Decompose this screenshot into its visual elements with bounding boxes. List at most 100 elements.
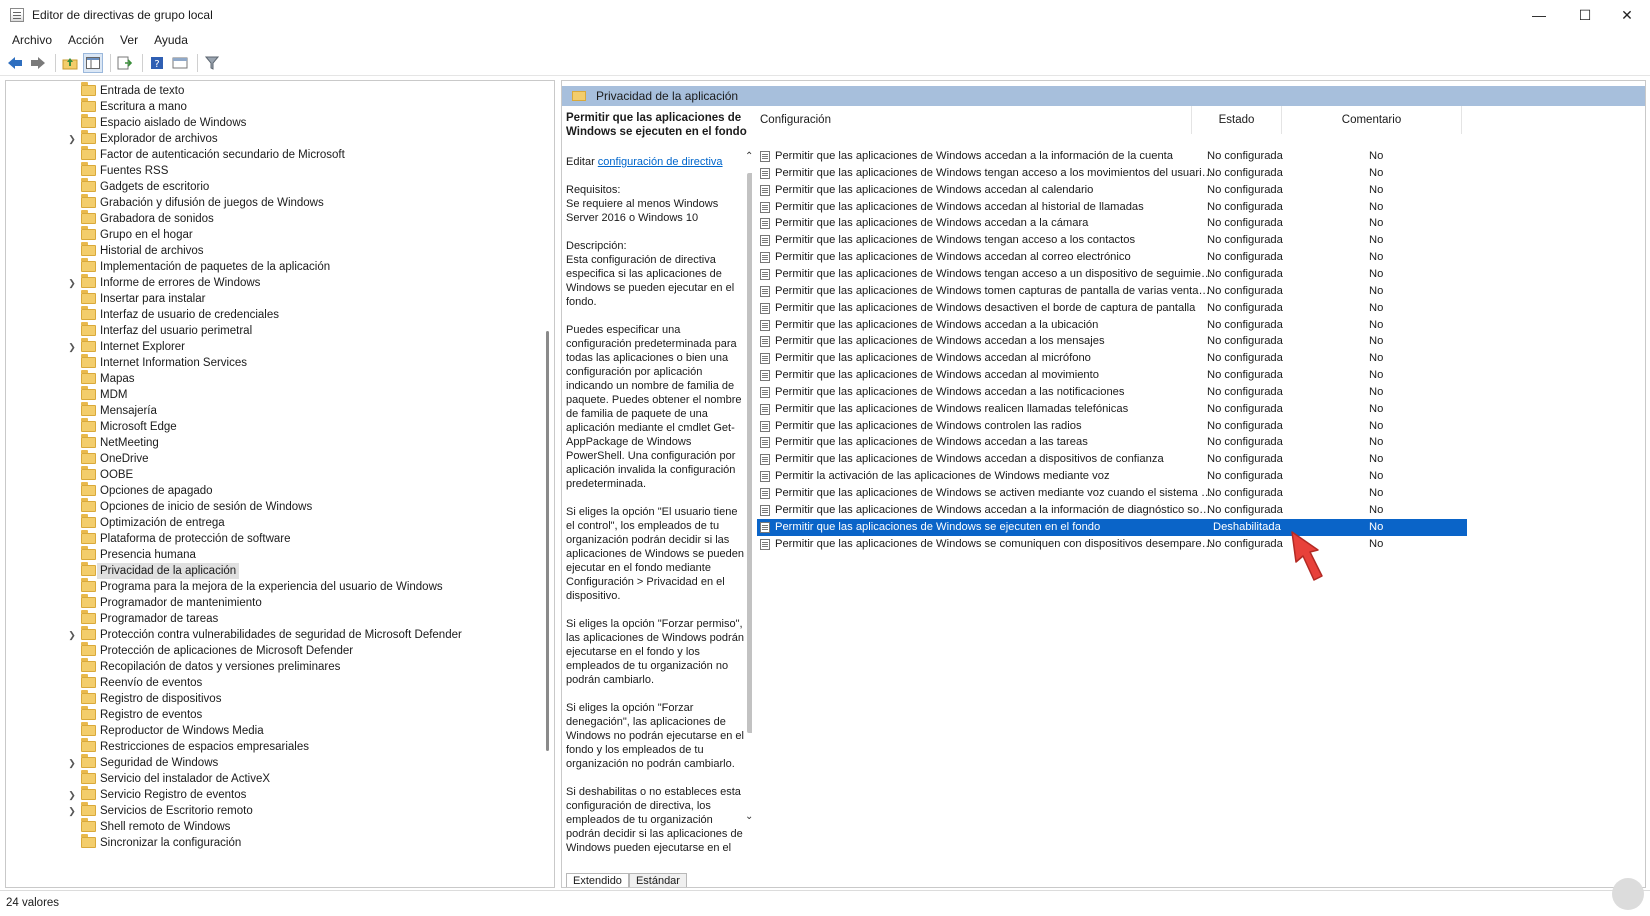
tree-item[interactable]: NetMeeting [6, 434, 546, 451]
tree-item[interactable]: ❯ Servicio Registro de eventos [6, 786, 546, 803]
tree-item[interactable]: Programador de tareas [6, 610, 546, 627]
tree-item[interactable]: Grupo en el hogar [6, 226, 546, 243]
tree-item[interactable]: OOBE [6, 466, 546, 483]
tree-item[interactable]: Servicio del instalador de ActiveX [6, 770, 546, 787]
tree-pane[interactable]: Sincronizar la configuración Shell remoto… [5, 80, 555, 888]
tree-item[interactable]: Opciones de apagado [6, 482, 546, 499]
menu-accion[interactable]: Acción [60, 33, 112, 47]
minimize-icon[interactable]: — [1516, 0, 1562, 30]
policy-row[interactable]: Permitir que las aplicaciones de Windows… [757, 418, 1467, 435]
expand-arrow-icon[interactable]: ❯ [67, 275, 77, 291]
tree-item[interactable]: Implementación de paquetes de la aplicac… [6, 258, 546, 275]
up-folder-icon[interactable] [60, 53, 80, 73]
edit-policy-link[interactable]: configuración de directiva [598, 156, 723, 168]
tree-item[interactable]: Mapas [6, 370, 546, 387]
menu-archivo[interactable]: Archivo [4, 33, 60, 47]
policy-row[interactable]: Permitir la activación de las aplicacion… [757, 468, 1467, 485]
policy-row[interactable]: Permitir que las aplicaciones de Windows… [757, 266, 1467, 283]
policy-row[interactable]: Permitir que las aplicaciones de Windows… [757, 283, 1467, 300]
expand-arrow-icon[interactable]: ❯ [67, 339, 77, 355]
tree-item[interactable]: Espacio aislado de Windows [6, 114, 546, 131]
tree-item[interactable]: Grabadora de sonidos [6, 210, 546, 227]
policy-row[interactable]: Permitir que las aplicaciones de Windows… [757, 148, 1467, 165]
menu-ver[interactable]: Ver [112, 33, 146, 47]
tree-item[interactable]: MDM [6, 386, 546, 403]
policy-row[interactable]: Permitir que las aplicaciones de Windows… [757, 434, 1467, 451]
tree-item[interactable]: Programa para la mejora de la experienci… [6, 578, 546, 595]
column-comentario[interactable]: Comentario [1282, 106, 1462, 134]
tree-item[interactable]: OneDrive [6, 450, 546, 467]
policy-row[interactable]: Permitir que las aplicaciones de Windows… [757, 384, 1467, 401]
expand-arrow-icon[interactable]: ❯ [67, 787, 77, 803]
column-estado[interactable]: Estado [1192, 106, 1282, 134]
tree-item[interactable]: ❯ Servicios de Escritorio remoto [6, 802, 546, 819]
tree-item[interactable]: Recopilación de datos y versiones prelim… [6, 658, 546, 675]
tree-item[interactable]: Fuentes RSS [6, 162, 546, 179]
policy-row[interactable]: Permitir que las aplicaciones de Windows… [757, 317, 1467, 334]
policy-row[interactable]: Permitir que las aplicaciones de Windows… [757, 249, 1467, 266]
maximize-icon[interactable]: ☐ [1562, 0, 1608, 30]
expand-arrow-icon[interactable]: ❯ [67, 131, 77, 147]
policy-row[interactable]: Permitir que las aplicaciones de Windows… [757, 485, 1467, 502]
tree-item[interactable]: ❯ Informe de errores de Windows [6, 274, 546, 291]
expand-arrow-icon[interactable]: ❯ [67, 627, 77, 643]
tree-item[interactable]: ❯ Seguridad de Windows [6, 754, 546, 771]
tree-item[interactable]: ❯ Explorador de archivos [6, 130, 546, 147]
tab-estandar[interactable]: Estándar [628, 873, 687, 887]
tree-item[interactable]: Programador de mantenimiento [6, 594, 546, 611]
forward-icon[interactable] [28, 53, 48, 73]
policy-row[interactable]: Permitir que las aplicaciones de Windows… [757, 350, 1467, 367]
tree-item[interactable]: Registro de dispositivos [6, 690, 546, 707]
column-configuracion[interactable]: Configuración [752, 106, 1192, 134]
filter-icon[interactable] [202, 53, 222, 73]
properties-icon[interactable] [170, 53, 190, 73]
back-icon[interactable] [5, 53, 25, 73]
tree-item[interactable]: Sincronizar la configuración [6, 834, 546, 851]
tree-item[interactable]: Interfaz de usuario de credenciales [6, 306, 546, 323]
tree-item[interactable]: Reproductor de Windows Media [6, 722, 546, 739]
policy-row[interactable]: Permitir que las aplicaciones de Windows… [757, 182, 1467, 199]
export-list-icon[interactable] [115, 53, 135, 73]
policy-row[interactable]: Permitir que las aplicaciones de Windows… [757, 536, 1467, 553]
tree-item[interactable]: Insertar para instalar [6, 290, 546, 307]
tree-item[interactable]: Registro de eventos [6, 706, 546, 723]
tree-item[interactable]: Protección de aplicaciones de Microsoft … [6, 642, 546, 659]
tree-item[interactable]: Grabación y difusión de juegos de Window… [6, 194, 546, 211]
show-hide-tree-icon[interactable] [83, 52, 103, 73]
policy-row[interactable]: Permitir que las aplicaciones de Windows… [757, 333, 1467, 350]
policy-row[interactable]: Permitir que las aplicaciones de Windows… [757, 199, 1467, 216]
tree-item[interactable]: Presencia humana [6, 546, 546, 563]
menu-ayuda[interactable]: Ayuda [146, 33, 196, 47]
tree-item[interactable]: Gadgets de escritorio [6, 178, 546, 195]
tree-item[interactable]: Internet Information Services [6, 354, 546, 371]
tree-item[interactable]: Historial de archivos [6, 242, 546, 259]
tree-scrollbar[interactable] [546, 331, 549, 751]
policy-row[interactable]: Permitir que las aplicaciones de Windows… [757, 215, 1467, 232]
tab-extendido[interactable]: Extendido [566, 873, 629, 887]
tree-item[interactable]: Restricciones de espacios empresariales [6, 738, 546, 755]
policy-row[interactable]: Permitir que las aplicaciones de Windows… [757, 165, 1467, 182]
tree-item[interactable]: Mensajería [6, 402, 546, 419]
expand-arrow-icon[interactable]: ❯ [67, 755, 77, 771]
tree-item[interactable]: Interfaz del usuario perimetral [6, 322, 546, 339]
tree-item[interactable]: Plataforma de protección de software [6, 530, 546, 547]
tree-item[interactable]: Opciones de inicio de sesión de Windows [6, 498, 546, 515]
policy-row[interactable]: Permitir que las aplicaciones de Windows… [757, 367, 1467, 384]
policy-row[interactable]: Permitir que las aplicaciones de Windows… [757, 300, 1467, 317]
tree-item[interactable]: ❯ Internet Explorer [6, 338, 546, 355]
tree-item[interactable]: Optimización de entrega [6, 514, 546, 531]
help-icon[interactable]: ? [147, 53, 167, 73]
tree-item[interactable]: Privacidad de la aplicación [6, 562, 546, 579]
policy-row[interactable]: Permitir que las aplicaciones de Windows… [757, 232, 1467, 249]
tree-item[interactable]: Microsoft Edge [6, 418, 546, 435]
tree-item[interactable]: ❯ Protección contra vulnerabilidades de s… [6, 626, 546, 643]
tree-item[interactable]: Entrada de texto [6, 82, 546, 99]
expand-arrow-icon[interactable]: ❯ [67, 803, 77, 819]
policy-row[interactable]: Permitir que las aplicaciones de Windows… [757, 502, 1467, 519]
tree-item[interactable]: Reenvío de eventos [6, 674, 546, 691]
policy-row[interactable]: Permitir que las aplicaciones de Windows… [757, 518, 1467, 536]
policy-row[interactable]: Permitir que las aplicaciones de Windows… [757, 401, 1467, 418]
tree-item[interactable]: Shell remoto de Windows [6, 818, 546, 835]
close-icon[interactable]: ✕ [1604, 0, 1650, 30]
tree-item[interactable]: Escritura a mano [6, 98, 546, 115]
